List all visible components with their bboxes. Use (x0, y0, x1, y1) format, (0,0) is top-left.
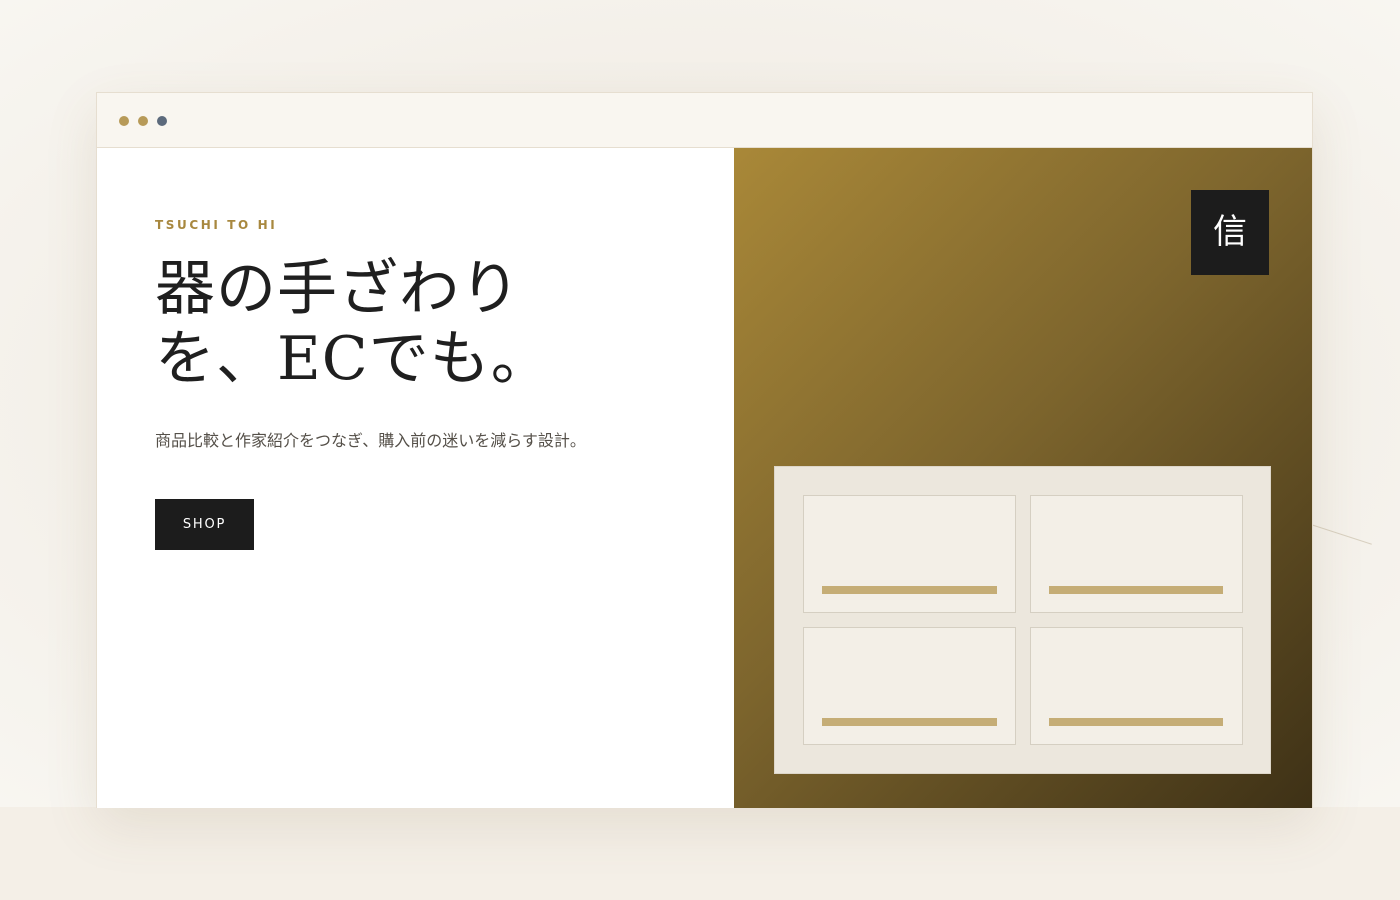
product-card[interactable] (803, 495, 1016, 613)
hero-visual: 信 (734, 148, 1312, 808)
product-card[interactable] (1030, 627, 1243, 745)
browser-title-bar (97, 93, 1312, 148)
product-card-bar (1049, 586, 1223, 594)
window-dot-1[interactable] (119, 116, 129, 126)
product-card[interactable] (1030, 495, 1243, 613)
headline-line-1: 器の手ざわり (155, 254, 521, 324)
product-card[interactable] (803, 627, 1016, 745)
product-card-bar (822, 586, 997, 594)
product-card-bar (1049, 718, 1223, 726)
product-grid-panel (774, 466, 1271, 774)
window-dot-3[interactable] (157, 116, 167, 126)
trust-badge: 信 (1191, 190, 1269, 275)
brand-name: TSUCHI TO HI (155, 218, 278, 232)
window-dot-2[interactable] (138, 116, 148, 126)
hero-headline: 器の手ざわり を、ECでも。 (155, 254, 575, 394)
shop-button[interactable]: SHOP (155, 499, 254, 550)
hero-subcopy: 商品比較と作家紹介をつなぎ、購入前の迷いを減らす設計。 (155, 431, 586, 450)
headline-line-2: を、ECでも。 (155, 324, 552, 394)
hero-text-section: TSUCHI TO HI 器の手ざわり を、ECでも。 商品比較と作家紹介をつな… (97, 148, 734, 808)
browser-window: TSUCHI TO HI 器の手ざわり を、ECでも。 商品比較と作家紹介をつな… (96, 92, 1313, 808)
product-card-bar (822, 718, 997, 726)
